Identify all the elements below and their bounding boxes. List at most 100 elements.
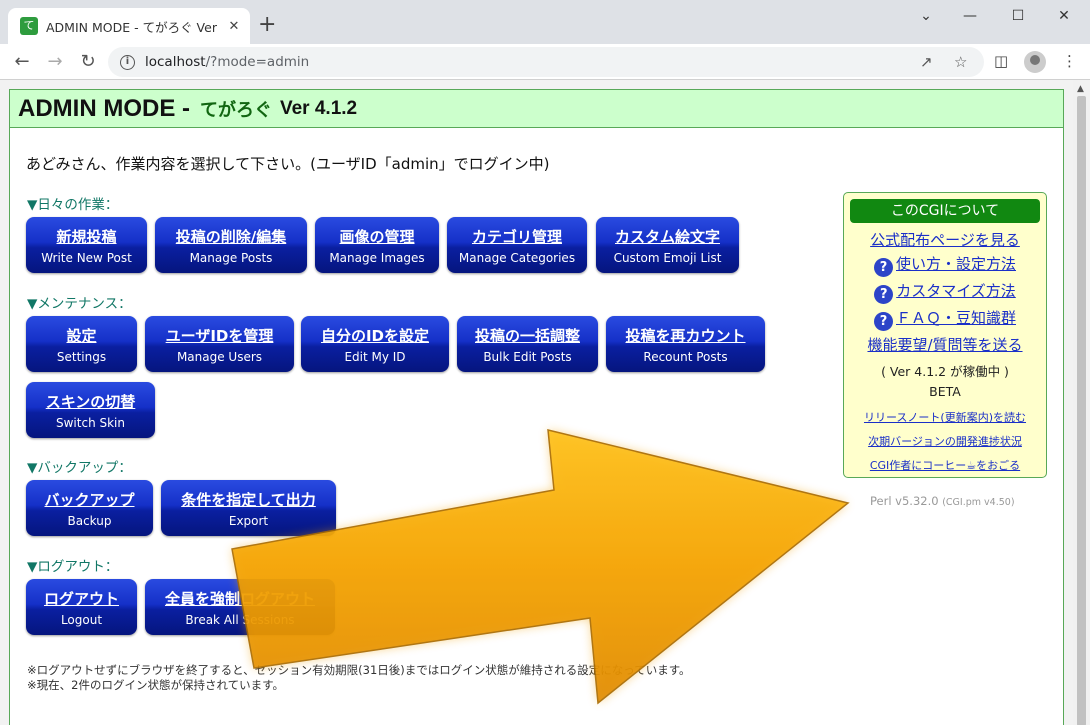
button-label-jp: バックアップ (44, 491, 135, 509)
section-daily: ▼日々の作業： (27, 197, 119, 213)
manage-posts-button[interactable]: 投稿の削除/編集 Manage Posts (155, 217, 307, 273)
manage-images-button[interactable]: 画像の管理 Manage Images (315, 217, 439, 273)
page-header: ADMIN MODE - てがろぐ Ver 4.1.2 (10, 90, 1063, 128)
button-label-jp: スキンの切替 (45, 393, 136, 411)
help-icon: ? (873, 312, 893, 331)
backup-button[interactable]: バックアップ Backup (26, 480, 153, 536)
login-count-note: ※現在、2件のログイン状態が保持されています。 (27, 678, 284, 692)
button-label-en: Export (228, 514, 269, 528)
manage-categories-button[interactable]: カテゴリ管理 Manage Categories (447, 217, 587, 273)
reload-button[interactable]: ↻ (76, 50, 100, 74)
cgi-pm-version: (CGI.pm v4.50) (942, 497, 1015, 508)
button-label-en: Switch Skin (56, 416, 125, 430)
button-label-en: Custom Emoji List (613, 251, 722, 265)
button-label-jp: カスタム絵文字 (614, 228, 720, 246)
tab-title: ADMIN MODE - てがろぐ Ver 4.1.2 (46, 19, 218, 35)
page-viewport: ADMIN MODE - てがろぐ Ver 4.1.2 あどみさん、作業内容を選… (0, 80, 1073, 725)
maximize-button[interactable]: ☐ (998, 6, 1038, 26)
greeting-text: あどみさん、作業内容を選択して下さい。(ユーザID「admin」でログイン中) (26, 155, 550, 173)
scrollbar-thumb[interactable] (1077, 96, 1086, 725)
browser-toolbar: ← → ↻ i localhost/?mode=admin ↗ ☆ ◫ ⋮ (0, 44, 1090, 80)
tab-close-icon[interactable]: ✕ (226, 19, 242, 34)
url-path: /?mode=admin (205, 54, 310, 70)
close-window-button[interactable]: ✕ (1044, 6, 1084, 26)
button-label-jp: 自分のIDを設定 (320, 327, 430, 345)
official-page-link[interactable]: 公式配布ページを見る (844, 229, 1046, 250)
button-label-en: Recount Posts (643, 350, 728, 364)
scroll-up-icon[interactable]: ▲ (1077, 84, 1084, 94)
button-label-jp: カテゴリ管理 (471, 228, 562, 246)
header-version: Ver 4.1.2 (279, 97, 358, 119)
button-label-en: Manage Categories (458, 251, 576, 265)
button-label-jp: 設定 (66, 327, 97, 345)
break-all-sessions-button[interactable]: 全員を強制ログアウト Break All Sessions (145, 579, 335, 635)
url-text[interactable]: localhost/?mode=admin (145, 54, 309, 70)
edit-my-id-button[interactable]: 自分のIDを設定 Edit My ID (301, 316, 449, 372)
bulk-edit-button[interactable]: 投稿の一括調整 Bulk Edit Posts (457, 316, 598, 372)
menu-icon[interactable]: ⋮ (1062, 52, 1077, 70)
cgi-box-title: このCGIについて (850, 199, 1040, 223)
new-tab-button[interactable]: + (258, 14, 276, 36)
customize-link-label: カスタマイズ方法 (896, 282, 1016, 300)
star-icon[interactable]: ☆ (954, 53, 967, 71)
address-bar[interactable]: i localhost/?mode=admin ↗ ☆ (108, 47, 984, 77)
usage-link[interactable]: ? 使い方・設定方法 (844, 253, 1046, 277)
switch-skin-button[interactable]: スキンの切替 Switch Skin (26, 382, 155, 438)
share-icon[interactable]: ↗ (920, 53, 933, 71)
logout-button[interactable]: ログアウト Logout (26, 579, 137, 635)
url-host: localhost (145, 54, 206, 70)
browser-tab[interactable]: て ADMIN MODE - てがろぐ Ver 4.1.2 ✕ (8, 8, 250, 44)
profile-avatar[interactable] (1024, 51, 1046, 73)
running-version: ( Ver 4.1.2 が稼働中 ) (881, 364, 1009, 379)
cgi-info-box: このCGIについて 公式配布ページを見る ? 使い方・設定方法 ? カスタマイズ方法… (843, 192, 1047, 478)
favicon-icon: て (20, 17, 38, 35)
button-label-jp: ユーザIDを管理 (165, 327, 274, 345)
chevron-down-icon[interactable]: ⌄ (906, 6, 946, 26)
settings-button[interactable]: 設定 Settings (26, 316, 137, 372)
coffee-link[interactable]: CGI作者にコーヒー☕をおごる (844, 457, 1046, 473)
button-label-en: Backup (67, 514, 112, 528)
session-note: ※ログアウトせずにブラウザを終了すると、セッション有効期限(31日後)まではログ… (27, 663, 691, 677)
side-panel-icon[interactable]: ◫ (994, 52, 1008, 70)
forward-button[interactable]: → (43, 50, 67, 74)
back-button[interactable]: ← (10, 50, 34, 74)
new-post-button[interactable]: 新規投稿 Write New Post (26, 217, 147, 273)
custom-emoji-button[interactable]: カスタム絵文字 Custom Emoji List (596, 217, 739, 273)
faq-link[interactable]: ? ＦＡＱ・豆知識群 (844, 307, 1046, 331)
section-logout: ▼ログアウト： (27, 559, 119, 575)
button-label-jp: 全員を強制ログアウト (164, 590, 315, 608)
export-button[interactable]: 条件を指定して出力 Export (161, 480, 336, 536)
next-version-link[interactable]: 次期バージョンの開発進捗状況 (844, 433, 1046, 449)
faq-link-label: ＦＡＱ・豆知識群 (895, 309, 1016, 327)
button-label-jp: 新規投稿 (56, 228, 117, 246)
manage-users-button[interactable]: ユーザIDを管理 Manage Users (145, 316, 294, 372)
admin-page: ADMIN MODE - てがろぐ Ver 4.1.2 あどみさん、作業内容を選… (9, 89, 1064, 725)
button-label-en: Bulk Edit Posts (483, 350, 572, 364)
request-link[interactable]: 機能要望/質問等を送る (844, 334, 1046, 355)
perl-main: Perl v5.32.0 (870, 494, 939, 508)
header-app-name: てがろぐ (199, 99, 272, 121)
section-backup: ▼バックアップ： (27, 460, 132, 476)
recount-posts-button[interactable]: 投稿を再カウント Recount Posts (606, 316, 765, 372)
customize-link[interactable]: ? カスタマイズ方法 (844, 280, 1046, 304)
button-label-jp: 画像の管理 (339, 228, 415, 246)
release-notes-link[interactable]: リリースノート(更新案内)を読む (844, 409, 1046, 425)
vertical-scrollbar[interactable]: ▲ (1073, 80, 1090, 725)
beta-label: BETA (929, 384, 961, 399)
header-admin-mode: ADMIN MODE - (18, 94, 190, 122)
button-label-jp: 投稿を再カウント (625, 327, 746, 345)
button-label-jp: 条件を指定して出力 (181, 491, 316, 509)
button-label-en: Settings (56, 350, 107, 364)
button-label-en: Manage Posts (189, 251, 273, 265)
button-label-en: Logout (60, 613, 103, 627)
info-icon[interactable]: i (120, 54, 135, 70)
minimize-button[interactable]: — (950, 6, 990, 26)
button-label-jp: 投稿の一括調整 (474, 327, 580, 345)
button-label-en: Edit My ID (344, 350, 406, 364)
button-label-en: Manage Images (329, 251, 425, 265)
help-icon: ? (874, 285, 894, 304)
perl-version: Perl v5.32.0 (CGI.pm v4.50) (870, 494, 1015, 508)
help-icon: ? (873, 258, 893, 277)
button-label-en: Break All Sessions (185, 613, 295, 627)
usage-link-label: 使い方・設定方法 (895, 255, 1016, 273)
